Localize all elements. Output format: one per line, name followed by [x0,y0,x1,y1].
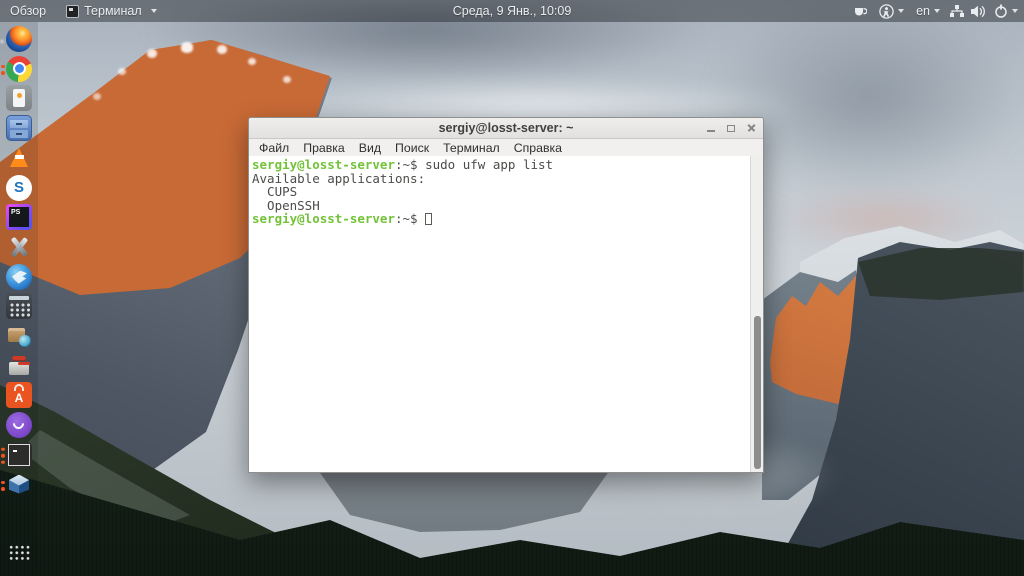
launcher-item-file-cabinet[interactable] [6,115,34,143]
terminal-window: sergiy@losst-server: ~ ФайлПравкаВидПоис… [248,117,764,473]
accessibility-icon [879,4,894,19]
launcher-item-software-package[interactable] [6,323,34,351]
terminal-line: CUPS [252,185,747,199]
accessibility-menu[interactable] [879,0,904,22]
thunderbird-icon [6,264,32,290]
terminal-text-segment: :~$ [395,211,425,226]
terminal-line: sergiy@losst-server:~$ [252,212,747,226]
menu-item-0[interactable]: Файл [252,141,296,155]
running-indicator [1,448,5,465]
show-apps-button[interactable] [9,545,30,561]
maximize-icon [727,125,735,132]
running-indicator [1,65,5,75]
power-menu[interactable] [994,0,1018,22]
launcher-item-vlc[interactable] [6,145,34,173]
tools-icon [6,234,32,260]
maximize-button[interactable] [723,120,739,136]
vlc-icon [6,145,32,171]
launcher-item-chrome[interactable] [6,56,34,84]
file-cabinet-icon [6,115,32,141]
viber-icon [6,412,32,438]
app-menu[interactable]: Терминал [60,0,163,22]
terminal-content[interactable]: sergiy@losst-server:~$ sudo ufw app list… [249,156,763,472]
network-wired-icon[interactable] [950,0,964,22]
language-indicator: en [916,4,930,18]
launcher-item-terminal[interactable] [6,442,34,470]
ubuntu-software-logo-letter: A [15,391,24,405]
launcher-item-skype[interactable]: S [6,175,34,203]
terminal-icon [6,442,32,468]
ubuntu-software-icon: A [6,382,32,408]
minimize-icon [707,130,715,132]
startup-disk-creator-icon [6,85,32,111]
caffeine-cup-icon[interactable] [853,0,867,22]
app-menu-label: Терминал [84,4,142,18]
running-indicator [1,481,5,491]
chrome-icon [6,56,32,82]
launcher-item-thunderbird[interactable] [6,264,34,292]
launcher-item-virtualbox[interactable] [6,472,34,500]
chevron-down-icon [898,9,904,13]
firefox-icon [6,26,32,52]
close-button[interactable] [743,120,759,136]
menu-item-4[interactable]: Терминал [436,141,507,155]
terminal-text-segment: sudo ufw app list [425,157,553,172]
clock[interactable]: Среда, 9 Янв., 10:09 [453,0,572,22]
terminal-line: OpenSSH [252,199,747,213]
close-icon [747,124,756,133]
scrollbar-thumb[interactable] [754,316,761,469]
launcher-item-tools[interactable] [6,234,34,262]
menubar: ФайлПравкаВидПоискТерминалСправка [249,139,763,156]
terminal-text: sergiy@losst-server:~$ sudo ufw app list… [252,158,747,226]
app-menu-terminal-icon [66,5,79,18]
window-title: sergiy@losst-server: ~ [439,121,574,135]
calculator-icon [6,293,32,319]
launcher-item-fax-printer[interactable] [6,353,34,381]
launcher: S PS A [0,22,38,576]
power-icon [994,4,1008,18]
skype-logo-letter: S [14,180,24,195]
launcher-item-startup-disk-creator[interactable] [6,85,34,113]
prompt-text: sergiy@losst-server [252,211,395,226]
launcher-item-ubuntu-software[interactable]: A [6,382,34,410]
chevron-down-icon [151,9,157,13]
launcher-item-firefox[interactable] [6,26,34,54]
scrollbar[interactable] [750,156,763,472]
virtualbox-icon [6,472,32,498]
terminal-cursor [425,213,432,225]
menu-item-3[interactable]: Поиск [388,141,436,155]
menu-item-1[interactable]: Правка [296,141,352,155]
volume-icon[interactable] [971,0,986,22]
menu-item-2[interactable]: Вид [352,141,388,155]
terminal-line: Available applications: [252,172,747,186]
terminal-line: sergiy@losst-server:~$ sudo ufw app list [252,158,747,172]
fax-printer-icon [6,353,32,379]
software-package-icon [6,323,32,349]
phpstorm-logo-letter: PS [11,209,20,216]
top-bar: Обзор Терминал Среда, 9 Янв., 10:09 en [0,0,1024,22]
overview-button[interactable]: Обзор [4,0,52,22]
desktop: Обзор Терминал Среда, 9 Янв., 10:09 en [0,0,1024,576]
chevron-down-icon [1012,9,1018,13]
keyboard-layout-menu[interactable]: en [916,0,940,22]
launcher-item-calculator[interactable] [6,293,34,321]
menu-item-5[interactable]: Справка [507,141,569,155]
minimize-button[interactable] [703,120,719,136]
titlebar[interactable]: sergiy@losst-server: ~ [249,118,763,139]
phpstorm-icon: PS [6,204,32,230]
launcher-item-phpstorm[interactable]: PS [6,204,34,232]
skype-icon: S [6,175,32,201]
chevron-down-icon [934,9,940,13]
launcher-item-viber[interactable] [6,412,34,440]
